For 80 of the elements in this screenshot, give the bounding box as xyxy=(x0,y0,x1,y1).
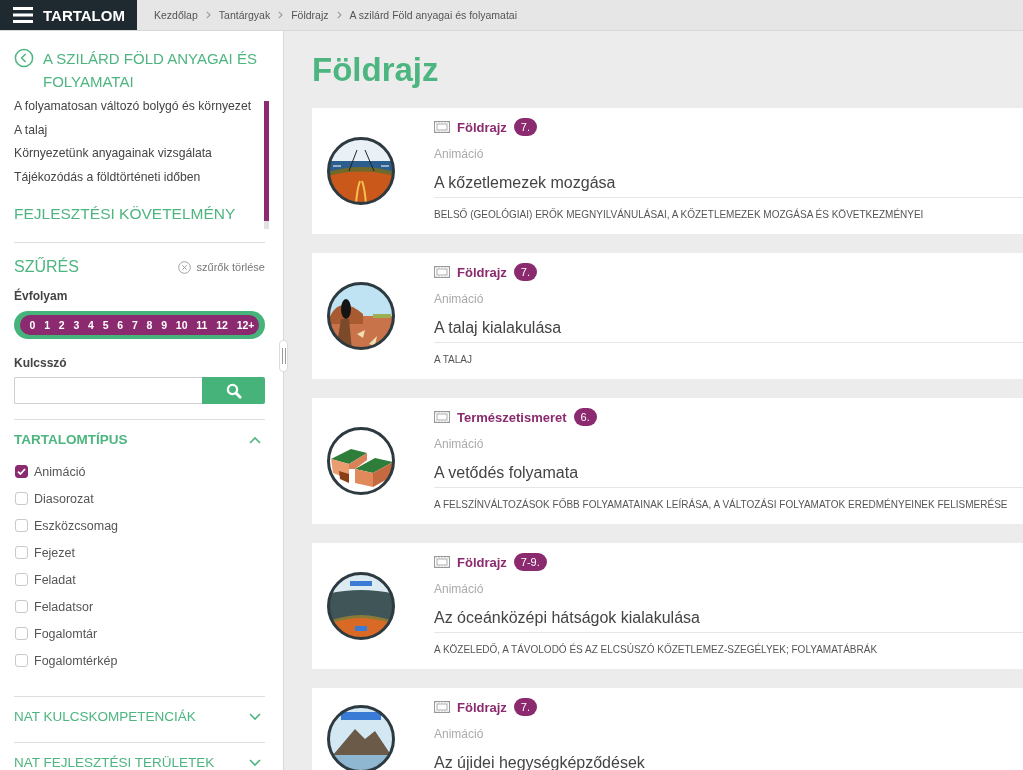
field-label: Évfolyam xyxy=(14,288,69,304)
grade-option[interactable]: 2 xyxy=(54,315,70,335)
grade-option[interactable]: 11 xyxy=(191,315,212,335)
content-card[interactable]: Földrajz 7. Animáció A kőzetlemezek mozgása BELSŐ (GEOLÓGIAI) ERŐK MEGNYILVÁNULÁSAI, A KŐZETLEMEZEK MOZGÁSA ÉS KÖVETKEZMÉNYEI xyxy=(312,108,1023,234)
card-description: BELSŐ (GEOLÓGIAI) ERŐK MEGNYILVÁNULÁSAI, A KŐZETLEMEZEK MOZGÁSA ÉS KÖVETKEZMÉNYEI xyxy=(434,208,925,222)
resize-handle[interactable] xyxy=(279,340,288,372)
page-title: Földrajz xyxy=(312,50,440,90)
film-icon xyxy=(434,556,450,568)
grade-badge: 7. xyxy=(513,118,538,136)
grade-option[interactable]: 12 xyxy=(211,315,233,335)
grade-option[interactable]: 10 xyxy=(171,315,192,335)
card-title[interactable]: A talaj kialakulása xyxy=(434,317,1023,339)
topic-title: A SZILÁRD FÖLD ANYAGAI ÉS FOLYAMATAI xyxy=(43,49,258,92)
grade-badge: 7. xyxy=(513,263,538,281)
subject-link[interactable]: Földrajz xyxy=(457,699,507,715)
subject-link[interactable]: Földrajz xyxy=(457,119,507,135)
chevron-right-icon xyxy=(278,11,284,19)
breadcrumb-link[interactable]: Tantárgyak xyxy=(218,9,271,21)
breadcrumb-link[interactable]: Kezdőlap xyxy=(154,9,198,21)
option-label[interactable]: Feladatsor xyxy=(34,599,94,614)
option-label[interactable]: Fejezet xyxy=(34,545,75,560)
grade-option[interactable]: 8 xyxy=(142,315,157,335)
option-label[interactable]: Fogalomtérkép xyxy=(34,653,118,668)
film-icon xyxy=(434,121,450,133)
chevron-right-icon xyxy=(205,11,211,19)
subject-link[interactable]: Földrajz xyxy=(457,264,507,280)
field-label: Kulcsszó xyxy=(14,355,68,371)
film-icon xyxy=(434,411,450,423)
clear-icon xyxy=(177,260,191,274)
chevron-right-icon xyxy=(336,11,342,19)
content-type: Animáció xyxy=(434,291,485,307)
option-label[interactable]: Diasorozat xyxy=(34,491,94,506)
menu-button[interactable]: TARTALOM xyxy=(0,0,137,30)
chevron-up-icon[interactable] xyxy=(249,436,261,444)
grade-badge: 6. xyxy=(573,408,597,426)
option-label[interactable]: Eszközcsomag xyxy=(34,518,119,533)
topic-link[interactable]: Környezetünk anyagainak vizsgálata xyxy=(14,142,262,166)
clear-filters-button[interactable]: szűrők törlése xyxy=(177,260,265,274)
topic-link[interactable]: A talaj xyxy=(14,118,262,142)
content-card[interactable]: Földrajz 7-9. Animáció Az óceánközépi hátságok kialakulása A KÖZELEDŐ, A TÁVOLODÓ ÉS AZ ELCSÚSZÓ KŐZETLEMEZ-SZEGÉLYEK; FOLYAMATÁBRÁK xyxy=(312,543,1023,669)
grade-option[interactable]: 3 xyxy=(69,315,84,335)
content-type: Animáció xyxy=(434,581,485,597)
option-label[interactable]: Fogalomtár xyxy=(34,626,98,641)
card-description: A FELSZÍNVÁLTOZÁSOK FŐBB FOLYAMATAINAK LEÍRÁSA, A VÁLTOZÁSI FOLYAMATOK EREDMÉNYEINEK FELISMERÉSE xyxy=(434,498,1009,512)
card-title[interactable]: A vetődés folyamata xyxy=(434,462,1023,484)
grade-range-slider[interactable]: 0 1 2 3 4 5 6 7 8 9 10 11 12 12+ xyxy=(14,311,265,339)
breadcrumb-link[interactable]: A szilárd Föld anyagai és folyamatai xyxy=(349,9,518,21)
option-label[interactable]: Animáció xyxy=(34,464,86,479)
grade-option[interactable]: 5 xyxy=(98,315,113,335)
checkbox[interactable] xyxy=(15,465,28,478)
card-description: A TALAJ xyxy=(434,353,473,367)
filter-title: SZŰRÉS xyxy=(14,256,79,277)
grade-option[interactable]: 12+ xyxy=(232,315,260,335)
search-icon xyxy=(225,382,242,399)
content-type: Animáció xyxy=(434,436,485,452)
film-icon xyxy=(434,701,450,713)
content-card[interactable]: Földrajz 7. Animáció A talaj kialakulása A TALAJ xyxy=(312,253,1023,379)
card-title[interactable]: Az óceánközépi hátságok kialakulása xyxy=(434,607,1023,629)
back-icon[interactable] xyxy=(14,48,34,68)
option-label[interactable]: Feladat xyxy=(34,572,76,587)
card-description: A KÖZELEDŐ, A TÁVOLODÓ ÉS AZ ELCSÚSZÓ KŐZETLEMEZ-SZEGÉLYEK; FOLYAMATÁBRÁK xyxy=(434,643,879,657)
grade-badge: 7-9. xyxy=(513,553,547,571)
topic-link[interactable]: Tájékozódás a földtörténeti időben xyxy=(14,165,262,189)
content-type: Animáció xyxy=(434,726,485,742)
card-title[interactable]: A kőzetlemezek mozgása xyxy=(434,172,1023,194)
fault-block-drawing xyxy=(327,427,395,495)
topic-link[interactable]: A folyamatosan változó bolygó és környezet xyxy=(14,95,262,119)
search-button[interactable] xyxy=(202,377,265,404)
film-icon xyxy=(434,266,450,278)
content-type: Animáció xyxy=(434,146,485,162)
keyword-input[interactable] xyxy=(14,377,202,404)
chevron-down-icon[interactable] xyxy=(249,759,261,767)
subject-link[interactable]: Természetismeret xyxy=(457,409,567,425)
grade-option[interactable]: 0 xyxy=(19,315,40,335)
grade-badge: 7. xyxy=(513,698,538,716)
subject-link[interactable]: Földrajz xyxy=(457,554,507,570)
breadcrumb-link[interactable]: Földrajz xyxy=(291,9,329,21)
menu-icon xyxy=(13,7,33,23)
chevron-down-icon[interactable] xyxy=(249,713,261,721)
content-card[interactable]: Természetismeret 6. Animáció A vetődés folyamata A FELSZÍNVÁLTOZÁSOK FŐBB FOLYAMATAINAK LEÍRÁSA, A VÁLTOZÁSI FOLYAMATOK EREDMÉNYEINEK FELISMERÉSE xyxy=(312,398,1023,524)
